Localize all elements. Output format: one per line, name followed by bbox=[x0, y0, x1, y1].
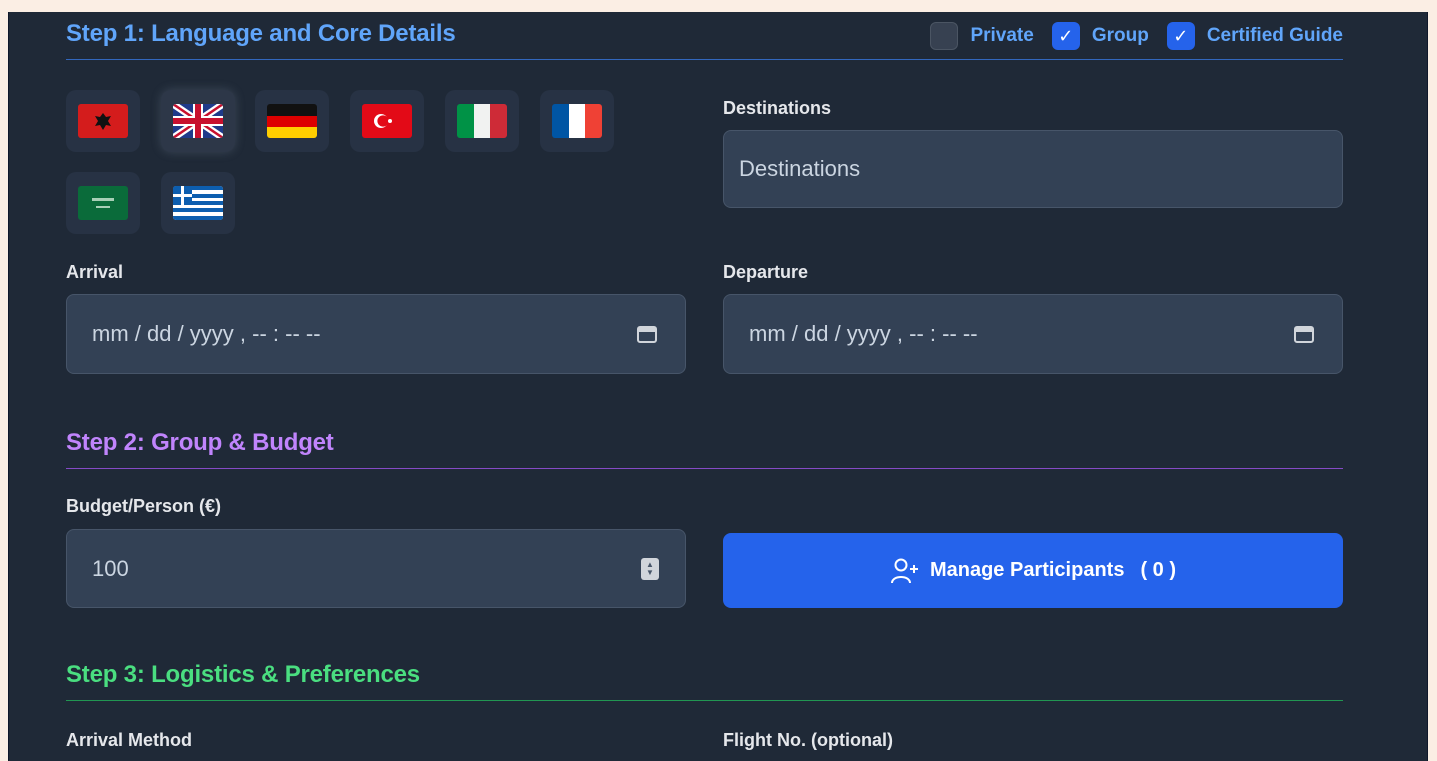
language-english-button[interactable] bbox=[161, 90, 235, 152]
departure-placeholder: mm / dd / yyyy , -- : -- -- bbox=[749, 321, 978, 346]
departure-label: Departure bbox=[723, 262, 809, 282]
language-albanian-button[interactable] bbox=[66, 90, 140, 152]
calendar-icon[interactable] bbox=[1294, 325, 1314, 343]
uk-flag-icon bbox=[173, 104, 223, 138]
manage-participants-button[interactable]: Manage Participants ( 0 ) bbox=[723, 533, 1343, 608]
destinations-label: Destinations bbox=[723, 98, 832, 118]
arrival-label: Arrival bbox=[66, 262, 124, 282]
language-turkish-button[interactable] bbox=[350, 90, 424, 152]
greece-flag-icon bbox=[173, 186, 223, 220]
arrival-method-label: Arrival Method bbox=[66, 730, 193, 750]
departure-datetime-input[interactable]: mm / dd / yyyy , -- : -- -- bbox=[723, 294, 1343, 374]
step1-header: Step 1: Language and Core Details Privat… bbox=[66, 12, 1343, 60]
language-german-button[interactable] bbox=[255, 90, 329, 152]
trip-form-panel: Step 1: Language and Core Details Privat… bbox=[8, 12, 1428, 761]
group-checkbox-box[interactable]: ✓ bbox=[1051, 22, 1080, 50]
saudi-arabia-flag-icon bbox=[78, 186, 128, 220]
calendar-icon[interactable] bbox=[637, 325, 657, 343]
france-flag-icon bbox=[552, 104, 602, 138]
tour-type-checkboxes: Private ✓ Group ✓ Certified Guide bbox=[930, 22, 1343, 50]
arrival-placeholder: mm / dd / yyyy , -- : -- -- bbox=[92, 321, 321, 346]
step3-divider bbox=[66, 700, 1343, 701]
step2-header: Step 2: Group & Budget bbox=[66, 421, 1343, 469]
budget-input[interactable]: 100 ▲ ▼ bbox=[66, 529, 686, 608]
group-checkbox[interactable]: ✓ Group bbox=[1051, 22, 1149, 50]
italy-flag-icon bbox=[457, 104, 507, 138]
albania-flag-icon bbox=[78, 104, 128, 138]
germany-flag-icon bbox=[267, 104, 317, 138]
destinations-input[interactable]: Destinations bbox=[723, 130, 1343, 208]
private-checkbox-box[interactable] bbox=[930, 22, 959, 50]
budget-label: Budget/Person (€) bbox=[66, 496, 222, 516]
step3-header: Step 3: Logistics & Preferences bbox=[66, 653, 1343, 701]
budget-value: 100 bbox=[92, 555, 129, 581]
participant-count: ( 0 ) bbox=[1140, 559, 1177, 581]
step3-title: Step 3: Logistics & Preferences bbox=[66, 661, 420, 688]
add-user-icon bbox=[890, 558, 918, 583]
language-arabic-button[interactable] bbox=[66, 172, 140, 234]
private-label: Private bbox=[970, 25, 1034, 46]
language-greek-button[interactable] bbox=[161, 172, 235, 234]
checkmark-icon: ✓ bbox=[1058, 25, 1074, 46]
language-italian-button[interactable] bbox=[445, 90, 519, 152]
certified-guide-label: Certified Guide bbox=[1206, 25, 1343, 46]
certified-guide-checkbox-box[interactable]: ✓ bbox=[1166, 22, 1195, 50]
checkmark-icon: ✓ bbox=[1173, 25, 1189, 46]
private-checkbox[interactable]: Private bbox=[930, 22, 1034, 50]
flight-number-label: Flight No. (optional) bbox=[723, 730, 893, 750]
certified-guide-checkbox[interactable]: ✓ Certified Guide bbox=[1166, 22, 1343, 50]
step1-title: Step 1: Language and Core Details bbox=[66, 20, 456, 47]
group-label: Group bbox=[1091, 25, 1149, 46]
destinations-placeholder: Destinations bbox=[739, 156, 861, 181]
language-french-button[interactable] bbox=[540, 90, 614, 152]
step2-title: Step 2: Group & Budget bbox=[66, 429, 334, 456]
manage-participants-label: Manage Participants bbox=[929, 559, 1125, 581]
arrival-datetime-input[interactable]: mm / dd / yyyy , -- : -- -- bbox=[66, 294, 686, 374]
step1-divider bbox=[66, 59, 1343, 60]
number-spinner[interactable]: ▲ ▼ bbox=[641, 557, 659, 580]
step2-divider bbox=[66, 468, 1343, 469]
turkey-flag-icon bbox=[362, 104, 412, 138]
spinner-down-icon[interactable]: ▼ bbox=[646, 568, 654, 577]
